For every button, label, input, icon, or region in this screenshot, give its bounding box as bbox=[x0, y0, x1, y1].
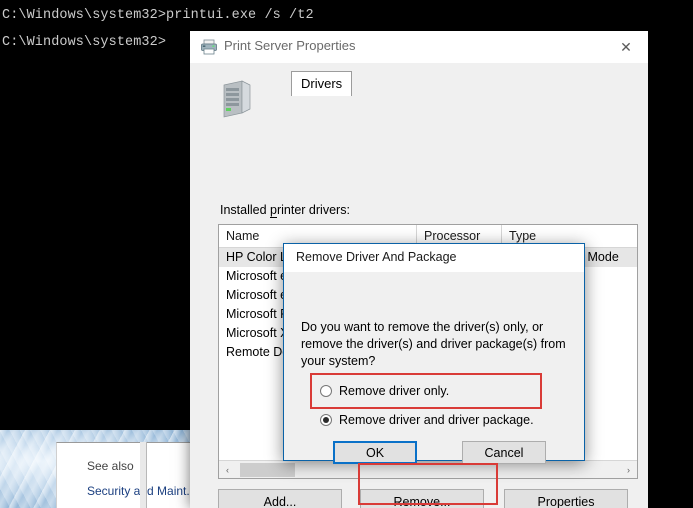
dialog-title: Print Server Properties bbox=[224, 38, 356, 53]
radio-remove-driver-only[interactable]: Remove driver only. bbox=[320, 384, 449, 398]
radio-label: Remove driver and driver package. bbox=[339, 413, 534, 427]
modal-title-bar[interactable]: Remove Driver And Package bbox=[284, 244, 584, 272]
console-line-command: C:\Windows\system32>printui.exe /s /t2 bbox=[2, 8, 314, 23]
radio-icon[interactable] bbox=[320, 385, 332, 397]
add-button[interactable]: Ad d... bbox=[218, 489, 342, 508]
close-icon[interactable]: ✕ bbox=[604, 31, 648, 63]
installed-drivers-label: Installed printer drivers: bbox=[220, 203, 350, 218]
dialog-title-bar[interactable]: Print Server Properties ✕ bbox=[190, 31, 648, 63]
modal-message: Do you want to remove the driver(s) only… bbox=[301, 320, 566, 368]
modal-title: Remove Driver And Package bbox=[296, 250, 457, 264]
radio-label: Remove driver only. bbox=[339, 384, 450, 398]
scrollbar-thumb[interactable] bbox=[240, 462, 295, 477]
tab-drivers[interactable]: Drivers bbox=[291, 71, 353, 96]
radio-selected-icon[interactable] bbox=[320, 414, 332, 426]
see-also-heading: See also bbox=[87, 459, 134, 473]
screen: C:\Windows\system32>printui.exe /s /t2 C… bbox=[0, 0, 693, 508]
ok-button[interactable]: OK bbox=[333, 441, 417, 464]
remove-driver-and-package-dialog[interactable]: Remove Driver And Package Do you want to… bbox=[283, 243, 585, 464]
printer-icon bbox=[201, 39, 217, 55]
cancel-button[interactable]: Cancel bbox=[462, 441, 546, 464]
modal-body: Do you want to remove the driver(s) only… bbox=[284, 272, 584, 464]
remove-button[interactable]: Remove... bbox=[360, 489, 484, 508]
scrollbar-track[interactable] bbox=[236, 462, 620, 478]
properties-button[interactable]: Prop e rties bbox=[504, 489, 628, 508]
console-line-prompt: C:\Windows\system32> bbox=[2, 35, 167, 50]
driver-action-buttons: Ad d... Remove... Prop e rties bbox=[218, 489, 648, 508]
radio-remove-driver-and-package[interactable]: Remove driver and driver package. bbox=[320, 413, 534, 427]
scroll-right-icon[interactable]: › bbox=[620, 462, 637, 478]
print-server-icon bbox=[223, 80, 251, 118]
control-panel-window[interactable]: See also Security and Maint... bbox=[56, 442, 201, 508]
control-panel-window-edge bbox=[140, 442, 147, 508]
scroll-left-icon[interactable]: ‹ bbox=[219, 462, 236, 478]
horizontal-scrollbar[interactable]: ‹ › bbox=[219, 460, 637, 478]
